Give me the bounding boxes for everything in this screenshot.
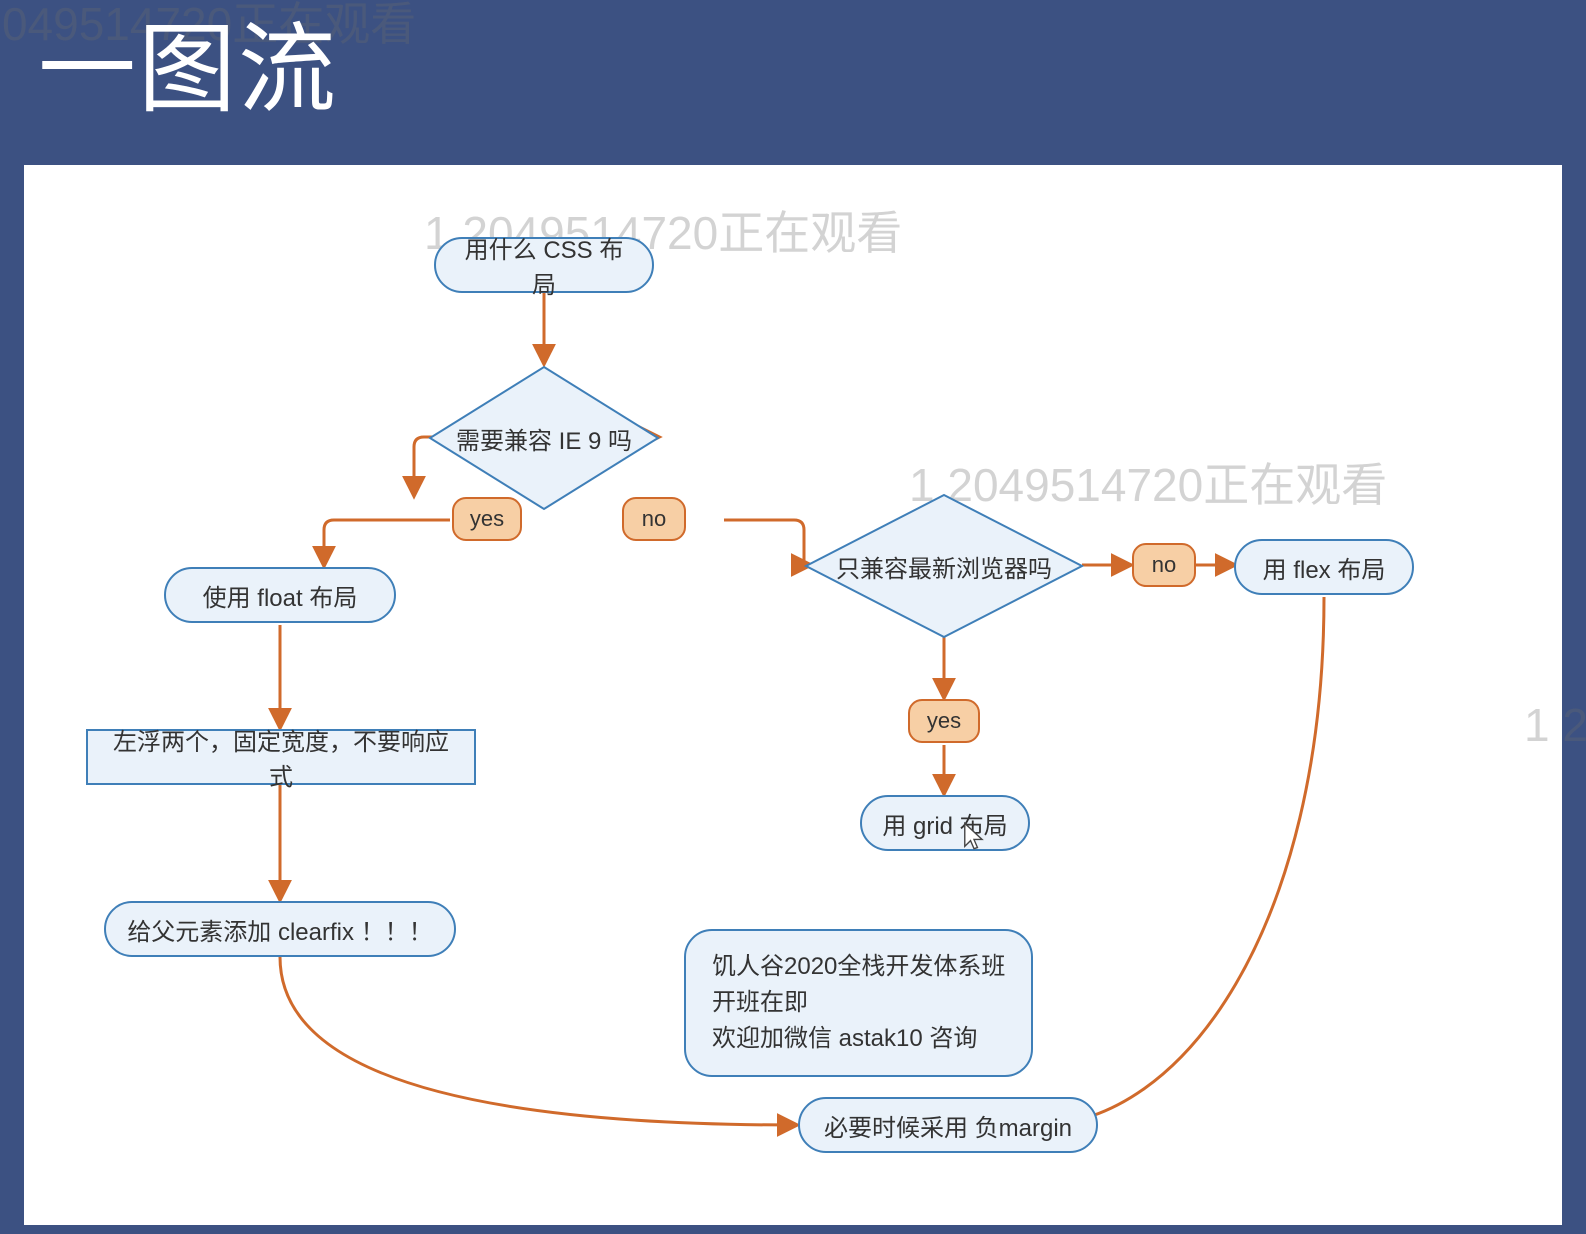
node-clearfix: 给父元素添加 clearfix ！！！ bbox=[104, 901, 456, 957]
info-box: 饥人谷2020全栈开发体系班 开班在即 欢迎加微信 astak10 咨询 bbox=[684, 929, 1033, 1077]
node-decision-ie9: 需要兼容 IE 9 吗 bbox=[428, 365, 660, 511]
label-no-1: no bbox=[622, 497, 686, 541]
label-no-2: no bbox=[1132, 543, 1196, 587]
node-float: 使用 float 布局 bbox=[164, 567, 396, 623]
node-decision-latest: 只兼容最新浏览器吗 bbox=[804, 493, 1084, 639]
node-float-note: 左浮两个，固定宽度，不要响应式 bbox=[86, 729, 476, 785]
slide-title: 一图流 bbox=[38, 0, 338, 132]
label-yes-2: yes bbox=[908, 699, 980, 743]
node-margin: 必要时候采用 负margin bbox=[798, 1097, 1098, 1153]
node-start: 用什么 CSS 布局 bbox=[434, 237, 654, 293]
diagram-canvas: 1 2049514720正在观看 1 2049514720正在观看 1 2049… bbox=[24, 165, 1562, 1225]
node-flex: 用 flex 布局 bbox=[1234, 539, 1414, 595]
node-grid: 用 grid 布局 bbox=[860, 795, 1030, 851]
label-yes-1: yes bbox=[452, 497, 522, 541]
